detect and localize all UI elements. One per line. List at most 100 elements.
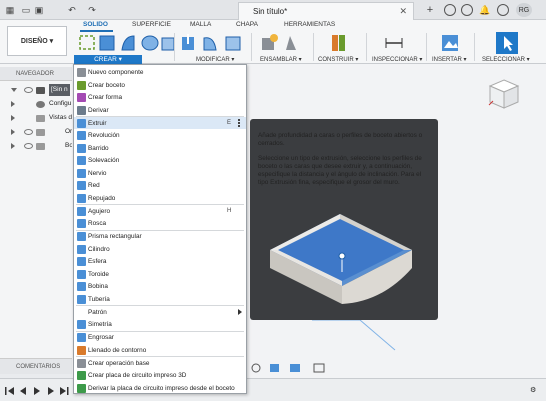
menu-item[interactable]: Patrón [74,306,246,318]
app-grid-icon[interactable]: ▦ [4,4,16,16]
nav-root-label: [Sin n [49,84,70,96]
timeline-controls[interactable] [4,385,72,397]
menu-item[interactable]: Red [74,179,246,191]
menu-item[interactable]: Prisma rectangular [74,230,246,242]
menu-item[interactable]: Llenado de contorno [74,344,246,356]
submenu-arrow-icon [238,308,242,315]
visibility-eye-icon[interactable] [24,143,33,149]
insert-image-icon[interactable] [440,32,460,54]
undo-icon[interactable]: ↶ [66,4,78,16]
measure-icon[interactable] [384,32,404,54]
close-tab-icon[interactable]: ✕ [399,6,407,17]
navigator-header[interactable]: NAVEGADOR [0,67,72,81]
menu-item[interactable]: Extruir E [74,116,246,129]
visibility-eye-icon[interactable] [24,129,33,135]
menu-item-label: Crear boceto [88,81,125,89]
menu-item-label: Bobina [88,283,108,290]
menu-item-label: Simetría [88,321,112,328]
menu-item-label: Derivar [88,106,109,114]
menu-item-label: Agujero [88,207,111,215]
job-status-icon[interactable] [461,4,473,16]
nav-row-root[interactable]: [Sin n [0,84,72,96]
nav-row-origin[interactable]: Ori [0,126,74,138]
notifications-icon[interactable]: 🔔 [479,4,491,16]
tab-superficie[interactable]: SUPERFICIE [132,21,171,28]
nav-config-label: Configu [49,100,72,107]
document-title: Sin título* [253,7,288,16]
tab-herramientas[interactable]: HERRAMIENTAS [284,21,335,28]
expand-icon[interactable] [11,129,15,135]
menu-item[interactable]: Crear placa de circuito impreso 3D [74,369,246,381]
menu-item-shortcut: H [227,207,232,214]
menu-item-label: Llenado de contorno [88,346,147,354]
menu-item[interactable]: Tubería [74,293,246,305]
menu-item-label: Red [88,182,100,189]
menu-item[interactable]: Crear boceto [74,79,246,91]
expand-icon[interactable] [11,101,15,107]
ribbon-separator [313,33,314,61]
inspeccionar-menu-button[interactable]: INSPECCIONAR ▾ [372,56,422,63]
modificar-menu-button[interactable]: MODIFICAR ▾ [196,56,234,63]
document-tab[interactable]: Sin título* ✕ [238,2,414,20]
menu-item-label: Nervio [88,169,107,177]
menu-item[interactable]: Barrido [74,142,246,154]
menu-item[interactable]: Nervio [74,167,246,179]
menu-item[interactable]: Bobina [74,280,246,292]
select-icon[interactable] [496,32,518,54]
crear-menu-button[interactable]: CREAR ▾ [74,55,142,64]
view-cube[interactable] [487,77,521,111]
user-avatar[interactable]: RG [516,3,532,17]
redo-icon[interactable]: ↷ [86,4,98,16]
tab-solido[interactable]: SOLIDO [83,21,110,28]
menu-item[interactable]: Nuevo componente [74,66,246,78]
menu-item-icon [77,257,86,266]
crear-tools[interactable] [78,32,178,54]
menu-item[interactable]: Rosca [74,217,246,229]
menu-item[interactable]: Engrosar [74,331,246,343]
menu-item[interactable]: Repujado [74,192,246,204]
comments-panel-header[interactable]: COMENTARIOS [0,358,72,374]
menu-item[interactable]: Agujero H [74,205,246,217]
menu-item-label: Crear placa de circuito impreso 3D [88,372,187,379]
nav-row-bodies[interactable]: Bo [0,140,73,152]
menu-item[interactable]: Simetría [74,318,246,330]
menu-item[interactable]: Derivar la placa de circuito impreso des… [74,382,246,394]
menu-item-icon [77,68,86,77]
menu-item[interactable]: Crear forma [74,91,246,103]
more-options-icon[interactable] [238,118,240,127]
workspace-switcher[interactable]: DISEÑO ▾ [7,26,67,56]
save-icon[interactable]: ▣ [33,4,45,16]
menu-item[interactable]: Revolución [74,129,246,141]
seleccionar-menu-button[interactable]: SELECCIONAR ▾ [482,56,530,63]
construir-plane-icon[interactable] [330,32,350,54]
menu-item[interactable]: Crear operación base [74,357,246,369]
collapse-icon[interactable] [11,88,17,92]
menu-item[interactable]: Derivar [74,104,246,116]
ribbon-separator [366,33,367,61]
tab-chapa[interactable]: CHAPA [236,21,258,28]
nav-row-views[interactable]: Vistas d [0,112,72,124]
help-icon[interactable] [497,4,509,16]
menu-item[interactable]: Esfera [74,255,246,267]
menu-item[interactable]: Cilindro [74,243,246,255]
construir-menu-button[interactable]: CONSTRUIR ▾ [318,56,358,63]
navigation-toolbar[interactable] [250,361,342,375]
nav-row-config[interactable]: Configu [0,98,72,110]
expand-icon[interactable] [11,143,15,149]
expand-icon[interactable] [11,115,15,121]
tooltip-details: Seleccione un tipo de extrusión, selecci… [258,155,422,186]
ensamblar-menu-button[interactable]: ENSAMBLAR ▾ [260,56,302,63]
extension-icon[interactable] [444,4,456,16]
ensamblar-tools[interactable] [258,32,306,54]
menu-item[interactable]: Toroide [74,268,246,280]
modificar-tools[interactable] [180,32,250,54]
new-tab-icon[interactable]: + [424,4,436,16]
visibility-eye-icon[interactable] [24,87,33,93]
document-icon [36,87,45,94]
insertar-menu-button[interactable]: INSERTAR ▾ [432,56,466,63]
tab-malla[interactable]: MALLA [190,21,211,28]
menu-item[interactable]: Solevación [74,154,246,166]
tooltip-summary: Añade profundidad a caras o perfiles de … [258,132,423,147]
file-icon[interactable]: ▭ [20,4,32,16]
timeline-settings-icon[interactable]: ⚙ [530,386,540,396]
